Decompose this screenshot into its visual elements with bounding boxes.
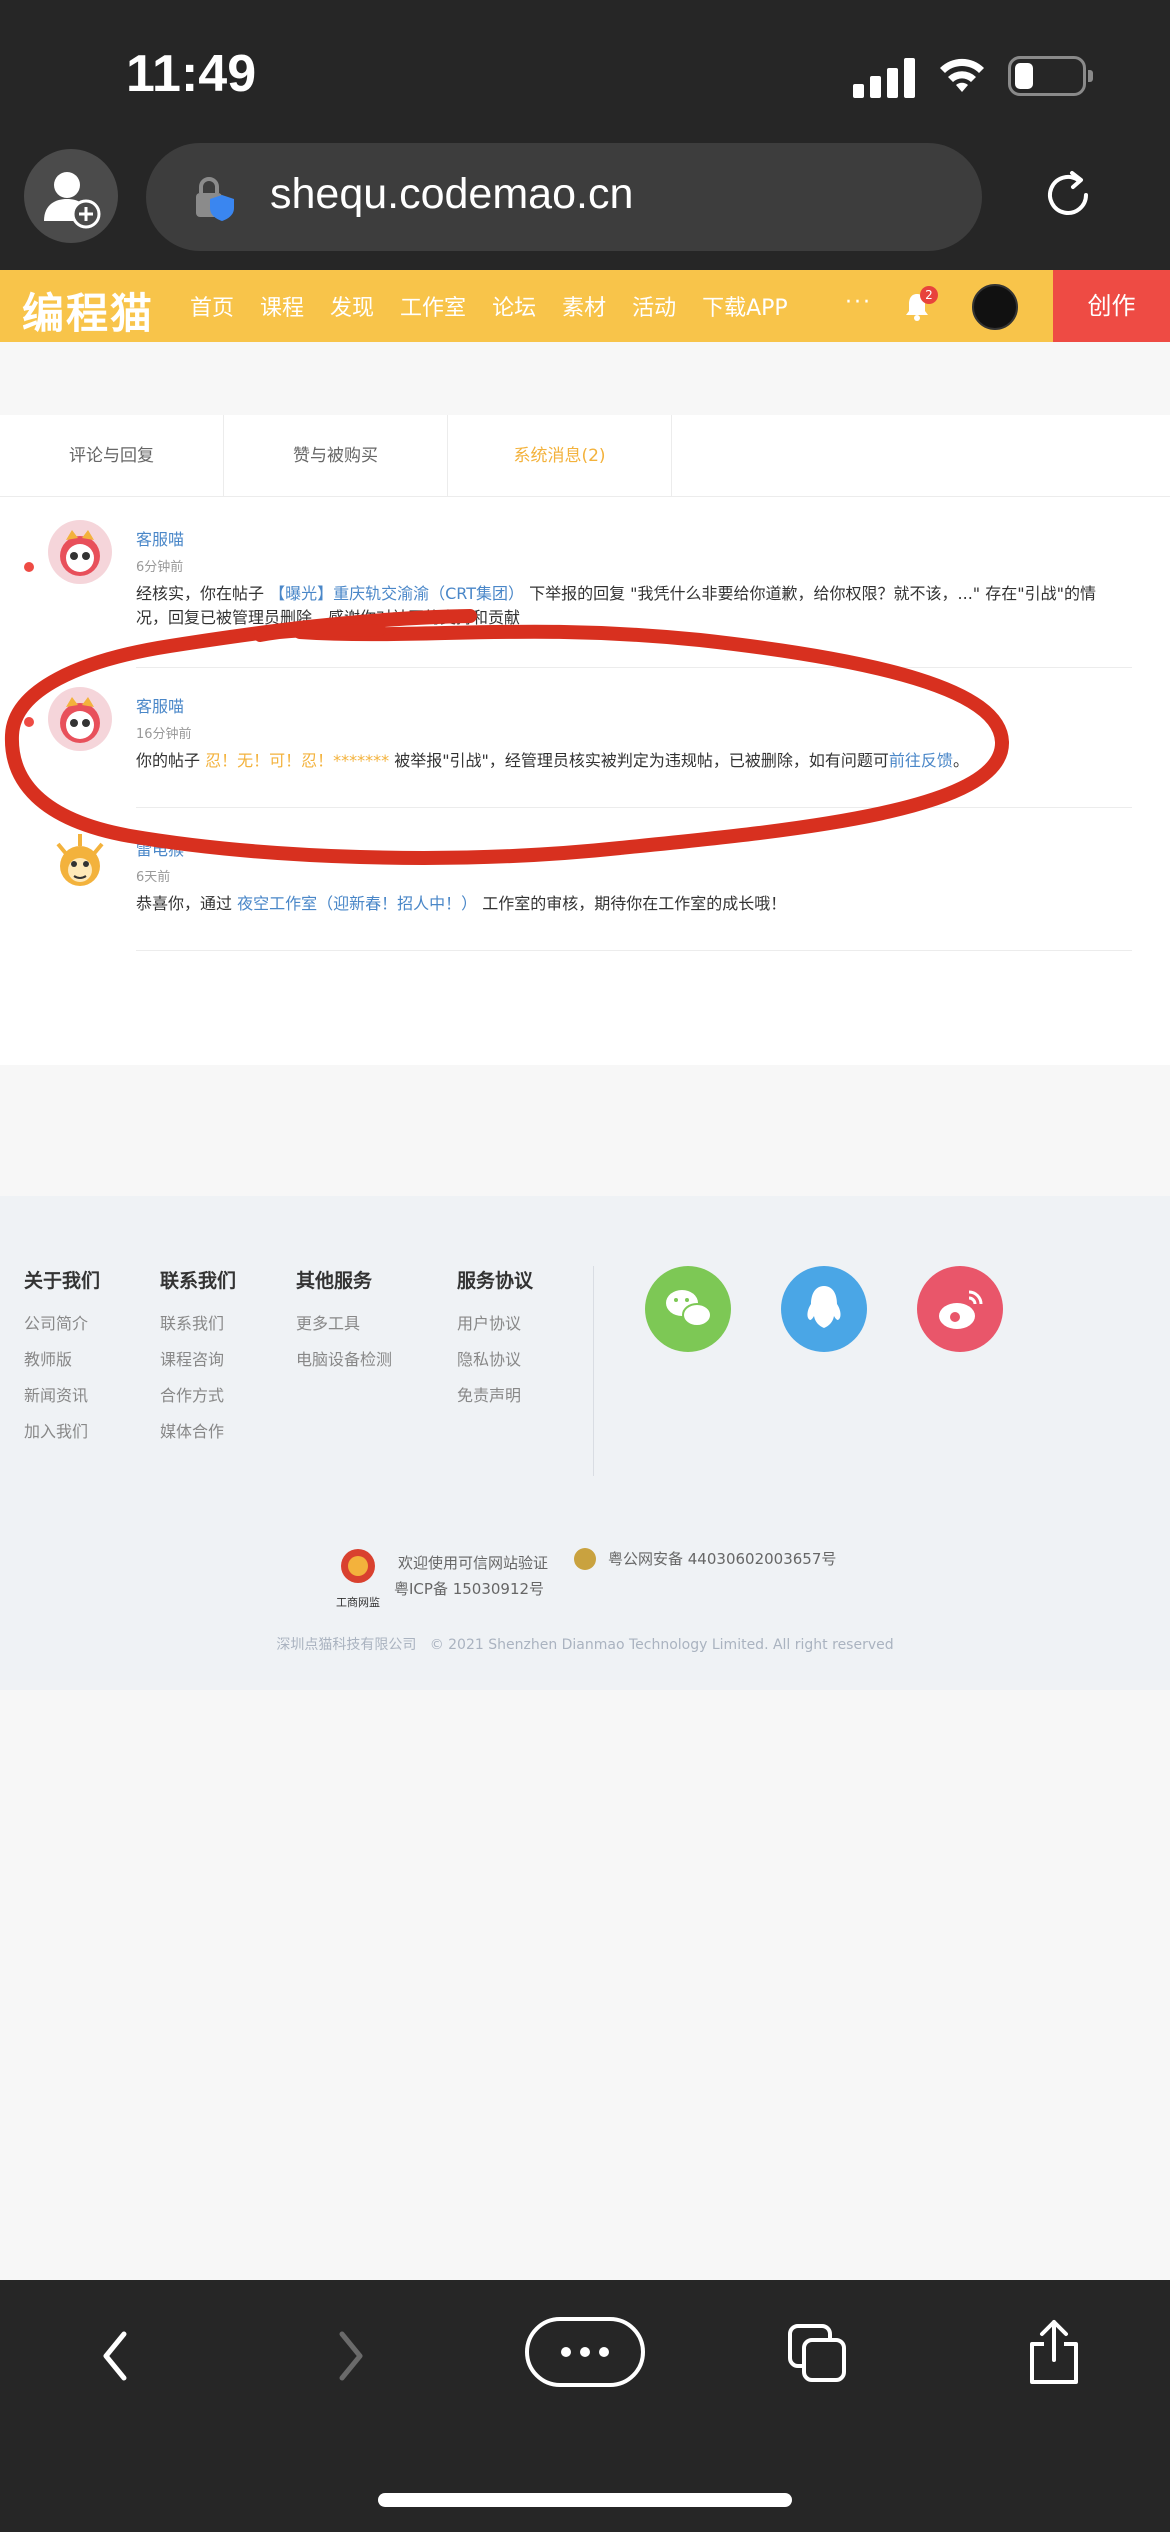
- nav-item-courses[interactable]: 课程: [260, 290, 304, 322]
- message-sender[interactable]: 客服喵: [136, 526, 184, 550]
- unread-dot: [24, 562, 34, 572]
- weibo-button[interactable]: [917, 1266, 1003, 1352]
- cellular-signal-icon: [853, 56, 915, 98]
- footer-link[interactable]: 联系我们: [160, 1313, 236, 1335]
- icp-number[interactable]: 粤ICP备 15030912号: [394, 1578, 544, 1599]
- police-badge-icon: [574, 1548, 596, 1570]
- shield-lock-icon: [196, 177, 234, 221]
- weibo-icon: [939, 1290, 983, 1329]
- avatar[interactable]: [48, 520, 112, 584]
- studio-link[interactable]: 夜空工作室（迎新春！招人中！）: [237, 894, 477, 913]
- message-body: 恭喜你，通过 夜空工作室（迎新春！招人中！） 工作室的审核，期待你在工作室的成长…: [136, 894, 787, 913]
- tabs-icon[interactable]: [786, 2322, 850, 2386]
- reload-icon[interactable]: [1038, 165, 1098, 225]
- status-bar: 11:49: [0, 0, 1170, 135]
- qq-icon: [807, 1286, 841, 1328]
- back-icon[interactable]: [92, 2320, 136, 2392]
- footer-column-contact: 联系我们 联系我们 课程咨询 合作方式 媒体合作: [160, 1270, 237, 1443]
- nav-item-home[interactable]: 首页: [190, 290, 234, 322]
- cat-mascot-icon: [60, 697, 100, 743]
- footer-column-agreements: 服务协议 用户协议 隐私协议 免责声明: [457, 1270, 534, 1407]
- battery-icon: [1008, 56, 1086, 96]
- footer-link[interactable]: 用户协议: [457, 1313, 533, 1335]
- nav-menu: 首页 课程 发现 工作室 论坛 素材 活动 下载APP: [190, 270, 814, 342]
- footer-link[interactable]: 加入我们: [24, 1421, 100, 1443]
- nav-item-studio[interactable]: 工作室: [400, 290, 466, 322]
- verify-text[interactable]: 欢迎使用可信网站验证: [398, 1552, 548, 1573]
- avatar[interactable]: [48, 687, 112, 751]
- trusted-site-seal-icon[interactable]: [334, 1546, 382, 1598]
- footer-link[interactable]: 免责声明: [457, 1385, 533, 1407]
- tab-likes-purchases[interactable]: 赞与被购买: [224, 415, 448, 497]
- more-icon[interactable]: [524, 2316, 646, 2388]
- nav-item-events[interactable]: 活动: [632, 290, 676, 322]
- url-field[interactable]: shequ.codemao.cn: [146, 143, 982, 251]
- wechat-icon: [666, 1290, 712, 1327]
- message-tabs: 评论与回复 赞与被购买 系统消息(2): [0, 415, 1170, 497]
- tab-system-messages[interactable]: 系统消息(2): [448, 415, 672, 497]
- user-avatar[interactable]: [972, 284, 1018, 330]
- status-time: 11:49: [126, 45, 257, 103]
- tab-comments-replies[interactable]: 评论与回复: [0, 415, 224, 497]
- footer-link[interactable]: 合作方式: [160, 1385, 236, 1407]
- police-record[interactable]: 粤公网安备 44030602003657号: [608, 1548, 836, 1569]
- monkey-mascot-icon: [56, 834, 104, 886]
- create-button[interactable]: 创作: [1053, 270, 1170, 342]
- footer-link[interactable]: 新闻资讯: [24, 1385, 100, 1407]
- nav-item-discover[interactable]: 发现: [330, 290, 374, 322]
- message-panel: 评论与回复 赞与被购买 系统消息(2) 客服喵 6分钟前 经核实，你在帖子 【曝…: [0, 415, 1170, 1065]
- notification-badge: 2: [920, 286, 938, 304]
- site-navbar: 编程猫 首页 课程 发现 工作室 论坛 素材 活动 下载APP ··· 2 创作: [0, 270, 1170, 342]
- browser-address-bar: shequ.codemao.cn: [0, 135, 1170, 270]
- footer-column-services: 其他服务 更多工具 电脑设备检测: [296, 1270, 393, 1371]
- forward-icon[interactable]: [330, 2320, 374, 2392]
- footer-link[interactable]: 课程咨询: [160, 1349, 236, 1371]
- message-sender[interactable]: 客服喵: [136, 693, 184, 717]
- nav-more-button[interactable]: ···: [845, 290, 872, 315]
- nav-item-forum[interactable]: 论坛: [492, 290, 536, 322]
- copyright: 深圳点猫科技有限公司 © 2021 Shenzhen Dianmao Techn…: [276, 1637, 894, 1653]
- footer-link[interactable]: 更多工具: [296, 1313, 392, 1335]
- feedback-link[interactable]: 前往反馈: [889, 751, 953, 770]
- site-footer: 关于我们 公司简介 教师版 新闻资讯 加入我们 联系我们 联系我们 课程咨询 合…: [0, 1196, 1170, 1690]
- message-time: 6天前: [136, 870, 171, 885]
- footer-link[interactable]: 公司简介: [24, 1313, 100, 1335]
- cat-mascot-icon: [60, 530, 100, 576]
- footer-link[interactable]: 电脑设备检测: [296, 1349, 392, 1371]
- post-title[interactable]: 忍！无！可！忍！*******: [205, 751, 389, 770]
- nav-item-download-app[interactable]: 下载APP: [702, 290, 788, 322]
- footer-link[interactable]: 媒体合作: [160, 1421, 236, 1443]
- footer-column-about: 关于我们 公司简介 教师版 新闻资讯 加入我们: [24, 1270, 101, 1443]
- site-logo[interactable]: 编程猫: [22, 280, 154, 341]
- footer-link[interactable]: 教师版: [24, 1349, 100, 1371]
- qq-button[interactable]: [781, 1266, 867, 1352]
- add-profile-icon: [44, 172, 101, 229]
- message-sender[interactable]: 雷电猴: [136, 836, 184, 860]
- message-body: 经核实，你在帖子 【曝光】重庆轨交渝渝（CRT集团） 下举报的回复 "我凭什么非…: [136, 584, 1096, 627]
- unread-dot: [24, 717, 34, 727]
- wifi-icon: [940, 58, 984, 92]
- url-text: shequ.codemao.cn: [270, 170, 634, 218]
- message-time: 6分钟前: [136, 560, 184, 575]
- nav-item-assets[interactable]: 素材: [562, 290, 606, 322]
- message-time: 16分钟前: [136, 727, 192, 742]
- seal-caption: 工商网监: [336, 1596, 380, 1609]
- browser-toolbar: [0, 2280, 1170, 2532]
- share-icon[interactable]: [1024, 2316, 1084, 2388]
- avatar[interactable]: [48, 830, 112, 894]
- message-body: 你的帖子 忍！无！可！忍！******* 被举报"引战"，经管理员核实被判定为违…: [136, 751, 969, 770]
- home-indicator: [378, 2493, 792, 2507]
- add-profile-button[interactable]: [24, 149, 118, 243]
- post-link[interactable]: 【曝光】重庆轨交渝渝（CRT集团）: [269, 584, 524, 603]
- wechat-button[interactable]: [645, 1266, 731, 1352]
- footer-link[interactable]: 隐私协议: [457, 1349, 533, 1371]
